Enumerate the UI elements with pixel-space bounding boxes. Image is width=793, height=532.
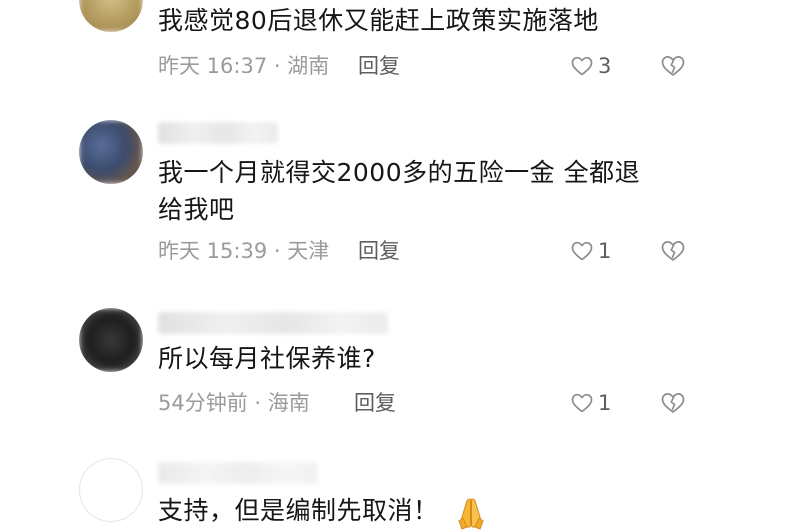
comment-time-location: 昨天 16:37 · 湖南 — [158, 54, 330, 78]
comment-meta: 昨天 15:39 · 天津 回复 1 — [158, 236, 793, 266]
avatar[interactable] — [79, 458, 143, 522]
comment-text: 我一个月就得交2000多的五险一金 全都退 给我吧 — [158, 158, 641, 224]
comment-meta: 54分钟前 · 海南 回复 1 — [158, 388, 793, 418]
comment-item: 支持，但是编制先取消！ — [0, 446, 793, 532]
comment-item: 我感觉80后退休又能赶上政策实施落地 昨天 16:37 · 湖南 回复 3 — [0, 0, 793, 90]
comment-meta: 昨天 16:37 · 湖南 回复 3 — [158, 51, 793, 81]
comment-text: 所以每月社保养谁? — [158, 344, 376, 373]
comment-item: 我一个月就得交2000多的五险一金 全都退 给我吧 昨天 15:39 · 天津 … — [0, 108, 793, 278]
username-blurred[interactable] — [158, 312, 388, 334]
heart-outline-icon[interactable] — [570, 54, 594, 78]
avatar[interactable] — [79, 120, 143, 184]
reply-button[interactable]: 回复 — [358, 51, 400, 81]
broken-heart-icon[interactable] — [660, 238, 686, 264]
comment-item: 所以每月社保养谁? 54分钟前 · 海南 回复 1 — [0, 296, 793, 431]
avatar[interactable] — [79, 308, 143, 372]
username-blurred[interactable] — [158, 462, 318, 484]
like-count: 1 — [598, 239, 612, 263]
username-blurred[interactable] — [158, 122, 278, 144]
comment-text: 我感觉80后退休又能赶上政策实施落地 — [158, 6, 599, 35]
like-count: 3 — [598, 54, 612, 78]
heart-outline-icon[interactable] — [570, 391, 594, 415]
broken-heart-icon[interactable] — [660, 390, 686, 416]
broken-heart-icon[interactable] — [660, 53, 686, 79]
heart-outline-icon[interactable] — [570, 239, 594, 263]
reply-button[interactable]: 回复 — [354, 388, 396, 418]
avatar[interactable] — [79, 0, 143, 32]
comment-text: 支持，但是编制先取消！ — [158, 492, 489, 530]
like-count: 1 — [598, 391, 612, 415]
comment-time-location: 昨天 15:39 · 天津 — [158, 239, 330, 263]
comment-time-location: 54分钟前 · 海南 — [158, 391, 310, 415]
reply-button[interactable]: 回复 — [358, 236, 400, 266]
folded-hands-emoji — [457, 498, 484, 530]
